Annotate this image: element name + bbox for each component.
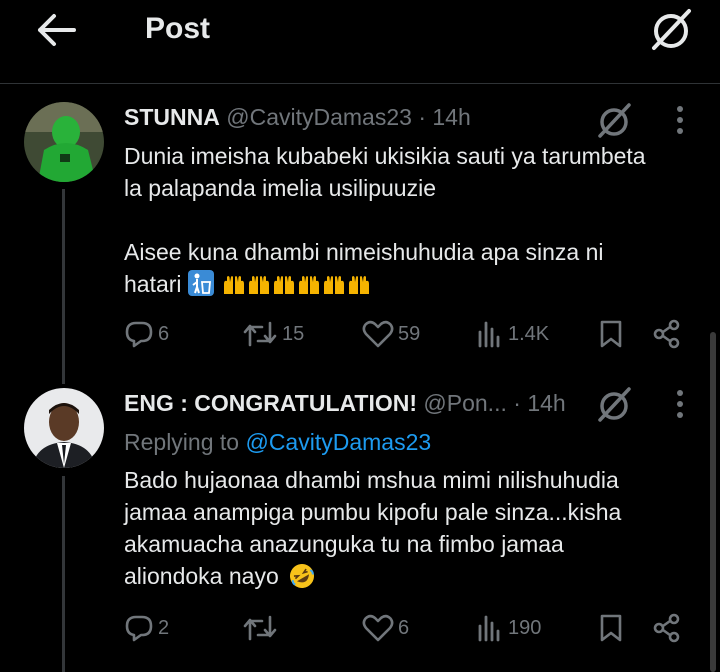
- raising-hands-icon: [249, 276, 270, 294]
- reply-text-word: aliondoka nayo: [124, 563, 279, 589]
- rolling-laughing-icon: [290, 564, 315, 588]
- raising-hands-icon: [349, 276, 370, 294]
- reply-text-line: akamuacha anazunguka tu na fimbo jamaa: [124, 531, 564, 557]
- reply-count: 6: [158, 322, 170, 345]
- post-text-line: hatari: [124, 268, 704, 300]
- views-button[interactable]: 1.4K: [476, 314, 549, 354]
- replying-to-handle[interactable]: @CavityDamas23: [245, 429, 431, 455]
- post-text-line: Dunia imeisha kubabeki ukisikia sauti ya…: [124, 143, 646, 169]
- view-count: 190: [508, 616, 542, 639]
- more-options-icon[interactable]: [666, 384, 694, 424]
- reply-icon: [125, 321, 153, 348]
- bookmark-button[interactable]: [598, 608, 624, 648]
- post-time[interactable]: 14h: [432, 104, 470, 130]
- grok-icon[interactable]: [648, 6, 694, 52]
- share-button[interactable]: [652, 608, 682, 648]
- views-button[interactable]: 190: [476, 608, 541, 648]
- like-button[interactable]: 59: [362, 314, 420, 354]
- reply-text-line: Bado hujaonaa dhambi mshua mimi nilishuh…: [124, 467, 619, 493]
- author-handle[interactable]: @Pon...: [423, 390, 506, 416]
- raising-hands-icon: [224, 276, 245, 294]
- avatar[interactable]: [24, 102, 104, 182]
- more-options-icon[interactable]: [666, 100, 694, 140]
- like-count: 59: [398, 322, 421, 345]
- raising-hands-icon: [324, 276, 345, 294]
- author-name[interactable]: STUNNA: [124, 104, 220, 130]
- litter-in-bin-icon: [187, 270, 214, 296]
- top-bar: Post: [0, 0, 720, 84]
- page-title: Post: [145, 12, 211, 45]
- reply-text-line: jamaa anampiga pumbu kipofu pale sinza..…: [124, 499, 622, 525]
- share-icon: [653, 319, 680, 349]
- view-count: 1.4K: [508, 322, 550, 345]
- avatar[interactable]: [24, 388, 104, 468]
- post-meta: STUNNA @CavityDamas23 · 14h: [124, 104, 471, 131]
- author-handle[interactable]: @CavityDamas23: [226, 104, 412, 130]
- original-post[interactable]: STUNNA @CavityDamas23 · 14h Dunia imeish…: [0, 84, 720, 384]
- raising-hands-icon: [274, 276, 295, 294]
- post-text-word: hatari: [124, 271, 182, 297]
- bookmark-icon: [600, 320, 622, 348]
- views-icon: [478, 321, 500, 348]
- post-actions: 6 15 59 1.4K: [124, 314, 694, 354]
- reply-actions: 2 6 190: [124, 608, 694, 648]
- heart-icon: [362, 320, 394, 348]
- reply-text: Bado hujaonaa dhambi mshua mimi nilishuh…: [124, 464, 704, 592]
- scrollbar[interactable]: [710, 332, 716, 672]
- separator-dot: ·: [513, 390, 521, 416]
- reply-count: 2: [158, 616, 170, 639]
- grok-icon[interactable]: [594, 100, 634, 140]
- reply-meta: ENG : CONGRATULATION! @Pon... · 14h: [124, 390, 566, 417]
- post-text-line: la palapanda imelia usilipuuzie: [124, 175, 436, 201]
- replying-to: Replying to @CavityDamas23: [124, 429, 431, 456]
- reply-text-line: aliondoka nayo: [124, 560, 704, 592]
- repost-button[interactable]: 15: [242, 314, 304, 354]
- share-icon: [653, 613, 680, 643]
- raising-hands-group: [222, 274, 371, 296]
- separator-dot: ·: [418, 104, 426, 130]
- reply-post[interactable]: ENG : CONGRATULATION! @Pon... · 14h Repl…: [0, 376, 720, 672]
- post-time[interactable]: 14h: [527, 390, 565, 416]
- bookmark-button[interactable]: [598, 314, 624, 354]
- thread-connector-line: [62, 189, 65, 384]
- views-icon: [478, 615, 500, 642]
- reply-icon: [125, 615, 153, 642]
- reply-button[interactable]: 6: [124, 314, 169, 354]
- thread-connector-line: [62, 476, 65, 672]
- reply-button[interactable]: 2: [124, 608, 169, 648]
- back-arrow-icon[interactable]: [34, 12, 78, 48]
- author-name[interactable]: ENG : CONGRATULATION!: [124, 390, 417, 416]
- like-count: 6: [398, 616, 410, 639]
- repost-icon: [243, 615, 277, 641]
- like-button[interactable]: 6: [362, 608, 409, 648]
- post-text-line: Aisee kuna dhambi nimeishuhudia apa sinz…: [124, 239, 604, 265]
- grok-icon[interactable]: [594, 384, 634, 424]
- replying-to-label: Replying to: [124, 429, 240, 455]
- share-button[interactable]: [652, 314, 682, 354]
- repost-count: 15: [282, 322, 305, 345]
- raising-hands-icon: [299, 276, 320, 294]
- heart-icon: [362, 614, 394, 642]
- repost-button[interactable]: [242, 608, 282, 648]
- post-text: Dunia imeisha kubabeki ukisikia sauti ya…: [124, 140, 704, 300]
- repost-icon: [243, 321, 277, 347]
- bookmark-icon: [600, 614, 622, 642]
